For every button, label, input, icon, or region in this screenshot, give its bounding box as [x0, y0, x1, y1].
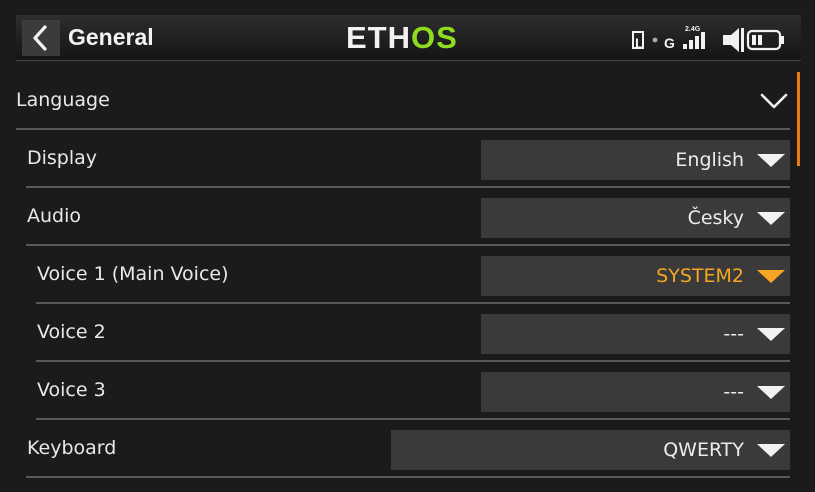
- chevron-left-icon: [33, 25, 47, 51]
- speaker-icon: [723, 28, 744, 52]
- voice-2-row: Voice 2 ---: [36, 304, 790, 362]
- keyboard-layout-select[interactable]: QWERTY: [391, 430, 790, 470]
- page-title: General: [68, 24, 154, 50]
- telemetry-g-icon: G: [664, 35, 675, 51]
- signal-strength-icon: 2.4G: [683, 26, 705, 49]
- voice-1-select[interactable]: SYSTEM2: [481, 256, 790, 296]
- svg-text:G: G: [664, 35, 675, 51]
- display-language-select[interactable]: English: [481, 140, 790, 180]
- row-label: Display: [27, 147, 98, 169]
- select-value: SYSTEM2: [656, 265, 744, 287]
- select-value: English: [675, 149, 744, 171]
- row-label: Keyboard: [27, 437, 117, 459]
- select-value: QWERTY: [663, 439, 744, 461]
- back-button[interactable]: [22, 20, 60, 56]
- voice-1-row: Voice 1 (Main Voice) SYSTEM2: [36, 246, 790, 304]
- row-label: Audio: [27, 205, 82, 227]
- telemetry-l-icon: L: [632, 31, 644, 51]
- select-value: ---: [723, 381, 744, 403]
- battery-icon: [746, 29, 784, 51]
- caret-down-icon: [757, 386, 785, 399]
- select-value: Česky: [687, 207, 744, 229]
- status-area: L G 2.4G: [631, 23, 801, 55]
- keyboard-row: Keyboard QWERTY: [26, 420, 790, 478]
- caret-down-icon: [757, 212, 785, 225]
- caret-down-icon: [757, 270, 785, 283]
- select-value: ---: [723, 323, 744, 345]
- dot-separator-icon: [652, 37, 658, 43]
- ethos-logo: ETHOS: [346, 20, 458, 55]
- audio-language-select[interactable]: Česky: [481, 198, 790, 238]
- language-section-header[interactable]: Language: [16, 72, 790, 130]
- svg-text:L: L: [635, 35, 644, 51]
- row-label: Voice 3: [37, 379, 106, 401]
- voice-3-row: Voice 3 ---: [36, 362, 790, 420]
- voice-2-select[interactable]: ---: [481, 314, 790, 354]
- row-label: Voice 1 (Main Voice): [37, 263, 229, 285]
- svg-text:2.4G: 2.4G: [685, 26, 701, 33]
- voice-3-select[interactable]: ---: [481, 372, 790, 412]
- caret-down-icon: [757, 328, 785, 341]
- audio-language-row: Audio Česky: [26, 188, 790, 246]
- chevron-down-icon: [760, 93, 788, 109]
- scrollbar[interactable]: [797, 72, 800, 166]
- row-label: Voice 2: [37, 321, 106, 343]
- display-language-row: Display English: [26, 130, 790, 188]
- caret-down-icon: [757, 444, 785, 457]
- section-label: Language: [16, 89, 110, 111]
- caret-down-icon: [757, 154, 785, 167]
- header-bar: General ETHOS L G 2.4G: [16, 15, 801, 61]
